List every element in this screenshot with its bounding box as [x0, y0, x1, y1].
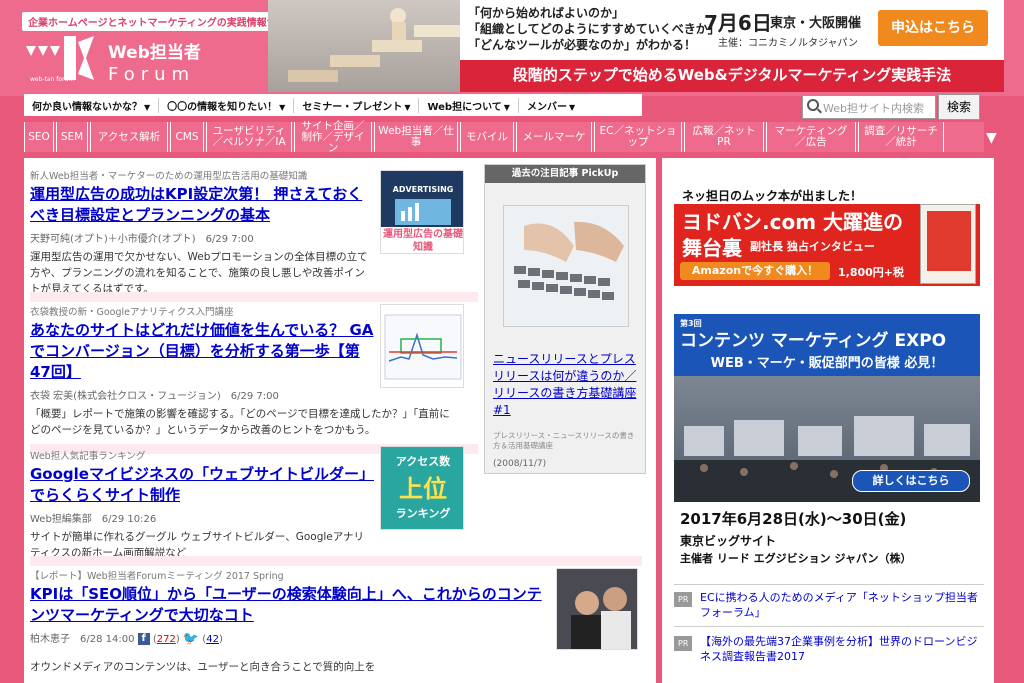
article-meta: Web担編集部 6/29 10:26 [30, 514, 157, 525]
book-ad-banner[interactable]: ネッ担日のムック本が出ました！ ヨドバシ.com 大躍進の 舞台裏 副社長 独占… [674, 184, 980, 286]
category-seo[interactable]: SEO [24, 122, 54, 152]
nav-item-member[interactable]: メンバー ▼ [519, 98, 583, 113]
nav-item-want-info[interactable]: 〇〇の情報を知りたい！ ▼ [159, 97, 295, 113]
category-bar: SEO SEM アクセス解析 CMS ユーザビリティ／ペルソナ／IA サイト企画… [24, 120, 984, 153]
chevron-down-icon: ▼ [144, 102, 151, 112]
pr-badge: PR [674, 592, 693, 607]
category-mobile[interactable]: モバイル [460, 122, 514, 152]
hero-stairs-image [268, 0, 460, 92]
article-summary: 「概要」レポートで施策の影響を確認する。「どのページで目標を達成したか？」「直前… [30, 408, 450, 436]
pickup-date: (2008/11/7) [493, 459, 547, 469]
article-kicker[interactable]: 衣袋教授の新・Googleアナリティクス入門講座 [30, 304, 374, 318]
logo-line1: Web担当者 [108, 42, 201, 63]
expo-hall-photo: 詳しくはこちら [674, 376, 980, 502]
divider [30, 556, 642, 566]
category-cms[interactable]: CMS [170, 122, 204, 152]
article-title[interactable]: あなたのサイトはどれだけ価値を生んでいる？ GAでコンバージョン（目標）を分析す… [30, 320, 374, 383]
twitter-count[interactable]: 42 [206, 634, 219, 645]
ad-date: 7月6日 [704, 11, 772, 35]
seminar-ad[interactable]: 「何から始めればよいのか」 「組織としてどのようにすすめていくべきか」 「どんな… [460, 0, 1004, 60]
divider [674, 626, 984, 627]
chevron-down-icon[interactable]: ▼ [986, 130, 997, 146]
ad-place: 東京・大阪開催 [770, 16, 862, 31]
pr-link-2[interactable]: PR 【海外の最先端37企業事例を分析】世界のドローンビジネス調査報告書2017 [674, 634, 984, 664]
ad-banner-text[interactable]: 段階的ステップで始めるWeb&デジタルマーケティング実践手法 [460, 60, 1004, 92]
article-meta: 天野可純(オプト)＋小市優介(オプト) 6/29 7:00 [30, 234, 254, 245]
category-site-planning[interactable]: サイト企画／制作／デザイン [294, 120, 372, 153]
article-3: Web担人気記事ランキング Googleマイビジネスの「ウェブサイトビルダー」で… [30, 448, 374, 561]
article-title[interactable]: KPIは「SEO順位」から「ユーザーの検索体験向上」へ、これからのコンテンツマー… [30, 584, 550, 626]
chevron-down-icon: ▼ [503, 102, 510, 112]
ad-line-2: 「組織としてどのようにすすめていくべきか」 [468, 22, 720, 36]
divider [674, 584, 984, 585]
category-web-staff[interactable]: Web担当者／仕事 [374, 122, 458, 152]
ad-line-3: 「どんなツールが必要なのか」がわかる！ [468, 38, 697, 52]
logo-line2: Forum [108, 64, 195, 85]
article-title[interactable]: Googleマイビジネスの「ウェブサイトビルダー」でらくらくサイト制作 [30, 464, 374, 506]
category-usability[interactable]: ユーザビリティ／ペルソナ／IA [206, 122, 292, 152]
speakers-photo [571, 587, 631, 649]
pickup-image-keyboard[interactable] [503, 205, 629, 327]
chevron-down-icon: ▼ [568, 102, 576, 112]
category-mail[interactable]: メールマーケ [516, 122, 592, 152]
facebook-icon[interactable]: f [137, 633, 150, 645]
nav-item-good-info[interactable]: 何か良い情報ないかな？ ▼ [24, 97, 160, 113]
ad-organizer: 主催：コニカミノルタジャパン [718, 38, 858, 49]
pr-link-1[interactable]: PR ECに携わる人のためのメディア「ネットショップ担当者フォーラム」 [674, 590, 984, 620]
category-ec[interactable]: EC／ネットショップ [594, 122, 682, 152]
article-2: 衣袋教授の新・Googleアナリティクス入門講座 あなたのサイトはどれだけ価値を… [30, 304, 450, 438]
article-thumbnail[interactable]: ADVERTISING 運用型広告の基礎知識 [380, 170, 464, 254]
amazon-buy-button[interactable]: Amazonで今すぐ購入！ [680, 262, 830, 280]
article-4: 【レポート】Web担当者Forumミーティング 2017 Spring KPIは… [30, 568, 550, 675]
pickup-note: プレスリリース・ニュースリリースの書き方＆活用基礎講座 [493, 431, 635, 450]
category-analytics[interactable]: アクセス解析 [90, 122, 168, 152]
expo-ad-banner[interactable]: 第3回 コンテンツ マーケティング EXPO WEB・マーケ・販促部門の皆様 必… [674, 314, 980, 570]
sidebar: ネッ担日のムック本が出ました！ ヨドバシ.com 大躍進の 舞台裏 副社長 独占… [662, 158, 994, 683]
article-title[interactable]: 運用型広告の成功はKPI設定次第！ 押さえておくべき目標設定とプランニングの基本 [30, 184, 374, 226]
article-meta: 柏木恵子 6/28 14:00 f (272) 🐦 (42) [30, 631, 223, 647]
article-kicker[interactable]: 【レポート】Web担当者Forumミーティング 2017 Spring [30, 568, 550, 582]
site-tagline: 企業ホームページとネットマーケティングの実践情報サイト [22, 12, 303, 31]
ad-line-1: 「何から始めればよいのか」 [468, 6, 625, 20]
expo-details-button[interactable]: 詳しくはこちら [852, 470, 970, 492]
main-nav: 何か良い情報ないかな？ ▼ 〇〇の情報を知りたい！ ▼ セミナー・プレゼント ▼ We… [24, 94, 642, 116]
category-sem[interactable]: SEM [56, 122, 88, 152]
pickup-box: 過去の注目記事 PickUp ニュースリリースとプレスリリースは何が違うのか／リ… [484, 164, 646, 474]
article-summary: オウンドメディアのコンテンツは、ユーザーと向き合うことで質的向上を [30, 660, 376, 673]
pr-badge: PR [674, 636, 693, 651]
article-meta: 衣袋 宏美(株式会社クロス・フュージョン) 6/29 7:00 [30, 391, 279, 402]
analytics-graph-icon [384, 314, 462, 380]
article-thumbnail[interactable]: アクセス数 上位 ランキング [380, 446, 464, 530]
search-icon [807, 99, 819, 111]
twitter-icon[interactable]: 🐦 [183, 632, 199, 647]
site-header: 企業ホームページとネットマーケティングの実践情報サイト Web担当者 Forum… [0, 0, 1024, 96]
pickup-title[interactable]: ニュースリリースとプレスリリースは何が違うのか／リリースの書き方基礎講座#1 [493, 351, 641, 419]
book-cover-image [920, 204, 976, 284]
category-pr[interactable]: 広報／ネットPR [684, 122, 764, 152]
article-thumbnail[interactable] [380, 304, 464, 388]
facebook-count[interactable]: 272 [157, 634, 176, 645]
page: 企業ホームページとネットマーケティングの実践情報サイト Web担当者 Forum… [0, 0, 1024, 683]
article-1: 新人Web担当者・マーケターのための運用型広告活用の基礎知識 運用型広告の成功は… [30, 168, 374, 297]
logo-sub: web-tan forum [30, 76, 75, 83]
pickup-header: 過去の注目記事 PickUp [485, 165, 645, 183]
main-content: 新人Web担当者・マーケターのための運用型広告活用の基礎知識 運用型広告の成功は… [24, 158, 656, 683]
divider [30, 292, 478, 302]
article-kicker[interactable]: Web担人気記事ランキング [30, 448, 374, 462]
category-marketing[interactable]: マーケティング／広告 [766, 122, 856, 152]
nav-item-seminar[interactable]: セミナー・プレゼント ▼ [294, 97, 420, 113]
ad-apply-button[interactable]: 申込はこちら [878, 10, 988, 46]
article-thumbnail-speakers[interactable] [556, 568, 638, 650]
search-input[interactable]: Web担サイト内検索 [802, 95, 936, 119]
nav-item-about[interactable]: Web担について ▼ [419, 97, 519, 113]
search-button[interactable]: 検索 [938, 94, 980, 120]
chevron-down-icon: ▼ [279, 102, 286, 112]
article-summary: 運用型広告の運用で欠かせない、Webプロモーションの全体目標の立て方や、プランニ… [30, 251, 368, 295]
chevron-down-icon: ▼ [404, 102, 411, 112]
article-kicker[interactable]: 新人Web担当者・マーケターのための運用型広告活用の基礎知識 [30, 168, 374, 182]
category-research[interactable]: 調査／リサーチ／統計 [858, 122, 944, 152]
